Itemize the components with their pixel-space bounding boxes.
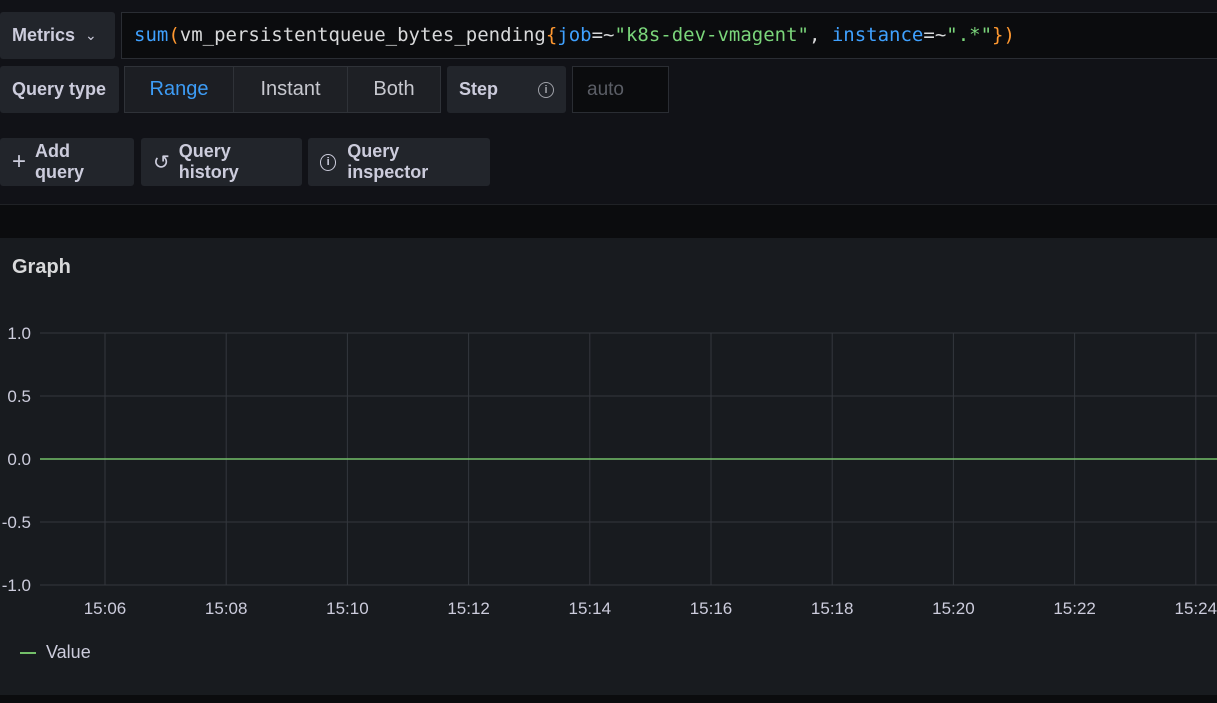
x-tick-label: 15:10 (326, 599, 369, 618)
legend-series-swatch (20, 651, 36, 654)
y-tick-label: -1.0 (2, 576, 31, 595)
legend[interactable]: Value (20, 642, 91, 663)
x-tick-label: 15:16 (690, 599, 733, 618)
x-tick-label: 15:22 (1053, 599, 1096, 618)
x-tick-label: 15:18 (811, 599, 854, 618)
y-tick-label: 0.0 (7, 450, 31, 469)
x-tick-label: 15:20 (932, 599, 975, 618)
x-tick-label: 15:06 (84, 599, 127, 618)
graph-chart[interactable]: 1.0 0.5 0.0 -0.5 -1.0 15:06 15:08 15:10 15:12 15:… (0, 0, 1217, 640)
x-tick-label: 15:08 (205, 599, 248, 618)
legend-series-label: Value (46, 642, 91, 662)
x-tick-label: 15:12 (447, 599, 490, 618)
y-tick-label: 1.0 (7, 324, 31, 343)
y-tick-label: -0.5 (2, 513, 31, 532)
x-tick-label: 15:14 (569, 599, 612, 618)
bottom-divider (0, 695, 1217, 703)
y-tick-label: 0.5 (7, 387, 31, 406)
x-tick-label: 15:24 (1175, 599, 1217, 618)
